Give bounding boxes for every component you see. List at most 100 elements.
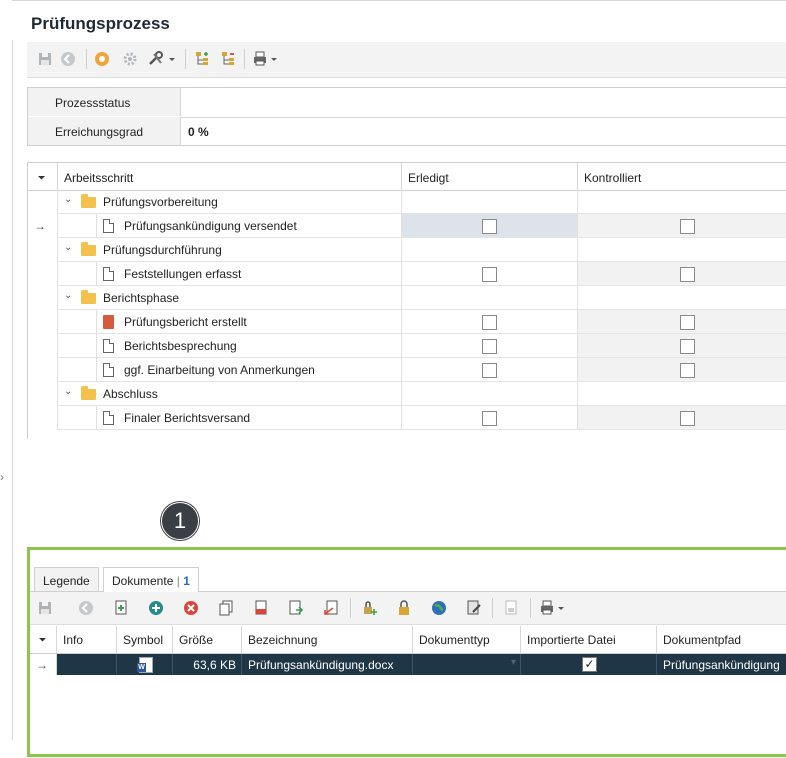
tab-label: Dokumente: [112, 574, 174, 588]
save-icon[interactable]: [36, 599, 54, 617]
document-disabled-icon[interactable]: [502, 599, 520, 617]
documents-grid-header: Info Symbol Größe Bezeichnung Dokumentty…: [30, 626, 786, 654]
tab-separator: |: [176, 574, 180, 588]
column-header-kontrolliert[interactable]: Kontrolliert: [578, 163, 786, 190]
column-header-importierte-datei[interactable]: Importierte Datei: [521, 626, 657, 653]
tab-dokumente[interactable]: Dokumente | 1: [103, 567, 199, 592]
tab-legende[interactable]: Legende: [34, 567, 99, 591]
folder-icon: [81, 242, 96, 256]
tree-row[interactable]: Berichtsbesprechung: [28, 334, 786, 358]
lock-add-icon[interactable]: [360, 599, 378, 617]
column-header-symbol[interactable]: Symbol: [117, 626, 173, 653]
chevron-down-icon[interactable]: ⌄: [64, 194, 72, 205]
save-icon[interactable]: [36, 50, 54, 68]
kontrolliert-checkbox[interactable]: [680, 411, 695, 426]
print-dropdown-icon[interactable]: [539, 599, 567, 617]
tree-row[interactable]: Feststellungen erfasst: [28, 262, 786, 286]
column-header-dokumenttyp[interactable]: Dokumenttyp: [413, 626, 521, 653]
tree-row[interactable]: Prüfungsbericht erstellt: [28, 310, 786, 334]
chevron-down-icon[interactable]: ⌄: [64, 386, 72, 397]
kontrolliert-checkbox[interactable]: [680, 267, 695, 282]
tree-row[interactable]: ⌄ Berichtsphase: [28, 286, 786, 310]
status-icon[interactable]: [93, 50, 111, 68]
erledigt-checkbox[interactable]: [482, 411, 497, 426]
page-title: Prüfungsprozess: [31, 14, 170, 33]
main-toolbar: [27, 42, 786, 78]
kontrolliert-checkbox[interactable]: [680, 339, 695, 354]
cell-symbol: [117, 654, 173, 675]
import-document-icon[interactable]: [322, 599, 340, 617]
tree-row[interactable]: Finaler Berichtsversand: [28, 406, 786, 430]
chevron-down-icon[interactable]: ⌄: [64, 242, 72, 253]
add-tree-node-icon[interactable]: [193, 50, 211, 68]
tree-item-label: Berichtsphase: [103, 291, 180, 305]
column-chooser-icon[interactable]: [30, 626, 57, 653]
back-icon[interactable]: [59, 50, 77, 68]
print-dropdown-icon[interactable]: [252, 50, 280, 68]
kontrolliert-checkbox[interactable]: [680, 219, 695, 234]
process-steps-grid: Arbeitsschritt Erledigt Kontrolliert ⌄ P…: [27, 162, 786, 439]
field-prozessstatus: Prozessstatus: [28, 88, 786, 118]
tree-row[interactable]: ⌄ Abschluss: [28, 382, 786, 406]
cell-dokumenttyp[interactable]: ▾: [413, 654, 521, 675]
add-circle-icon[interactable]: [147, 599, 165, 617]
expand-panel-arrow-icon[interactable]: ›: [0, 470, 10, 486]
lock-icon[interactable]: [395, 599, 413, 617]
pdf-icon[interactable]: [252, 599, 270, 617]
chevron-down-icon[interactable]: ⌄: [64, 290, 72, 301]
erledigt-checkbox[interactable]: [482, 267, 497, 282]
field-label: Prozessstatus: [28, 88, 181, 116]
document-row-selected[interactable]: → 63,6 KB Prüfungsankündigung.docx ▾ ✓ P…: [30, 654, 786, 675]
field-erreichungsgrad: Erreichungsgrad 0 %: [28, 117, 786, 146]
left-divider: [12, 40, 13, 740]
column-header-erledigt[interactable]: Erledigt: [402, 163, 578, 190]
erledigt-checkbox[interactable]: [482, 363, 497, 378]
dropdown-arrow-icon[interactable]: ▾: [511, 657, 516, 668]
tree-item-label: Berichtsbesprechung: [124, 339, 237, 353]
column-header-dokumentpfad[interactable]: Dokumentpfad: [657, 626, 786, 653]
tree-item-label: Prüfungsvorbereitung: [103, 195, 218, 209]
cell-importierte-datei: ✓: [521, 654, 657, 675]
column-header-bezeichnung[interactable]: Bezeichnung: [242, 626, 413, 653]
tab-count: 1: [183, 574, 190, 588]
settings-gear-icon[interactable]: [121, 50, 139, 68]
importiert-checkbox[interactable]: ✓: [582, 657, 597, 672]
new-document-icon[interactable]: [112, 599, 130, 617]
erledigt-checkbox[interactable]: [482, 339, 497, 354]
document-icon: [103, 411, 114, 425]
cell-groesse: 63,6 KB: [173, 654, 242, 675]
tree-item-label: Prüfungsankündigung versendet: [124, 219, 297, 233]
tree-item-label: ggf. Einarbeitung von Anmerkungen: [124, 363, 315, 377]
tree-row[interactable]: ⌄ Prüfungsvorbereitung: [28, 190, 786, 214]
cell-bezeichnung: Prüfungsankündigung.docx: [242, 654, 413, 675]
current-row-arrow-icon: →: [34, 219, 46, 233]
remove-tree-node-icon[interactable]: [219, 50, 237, 68]
back-icon[interactable]: [77, 599, 95, 617]
column-header-groesse[interactable]: Größe: [173, 626, 242, 653]
copy-icon[interactable]: [217, 599, 235, 617]
callout-badge: 1: [161, 502, 199, 540]
edit-document-icon[interactable]: [465, 599, 483, 617]
tree-row[interactable]: ggf. Einarbeitung von Anmerkungen: [28, 358, 786, 382]
document-icon: [103, 219, 114, 233]
tree-row[interactable]: → Prüfungsankündigung versendet: [28, 214, 786, 238]
column-chooser-icon[interactable]: [28, 163, 58, 190]
field-value: 0 %: [188, 125, 209, 139]
export-document-icon[interactable]: [287, 599, 305, 617]
delete-icon[interactable]: [182, 599, 200, 617]
panel-tabs: Legende Dokumente | 1: [30, 567, 786, 592]
kontrolliert-checkbox[interactable]: [680, 315, 695, 330]
erledigt-checkbox[interactable]: [482, 219, 497, 234]
tab-label: Legende: [43, 574, 90, 588]
left-rail: [0, 0, 12, 758]
tools-dropdown-icon[interactable]: [147, 50, 177, 68]
column-header-info[interactable]: Info: [57, 626, 117, 653]
document-icon: [103, 267, 114, 281]
globe-icon[interactable]: [430, 599, 448, 617]
grid-header: Arbeitsschritt Erledigt Kontrolliert: [28, 163, 786, 191]
column-header-arbeitsschritt[interactable]: Arbeitsschritt: [58, 163, 402, 190]
cell-dokumentpfad: Prüfungsankündigung: [663, 658, 780, 672]
kontrolliert-checkbox[interactable]: [680, 363, 695, 378]
tree-row[interactable]: ⌄ Prüfungsdurchführung: [28, 238, 786, 262]
erledigt-checkbox[interactable]: [482, 315, 497, 330]
